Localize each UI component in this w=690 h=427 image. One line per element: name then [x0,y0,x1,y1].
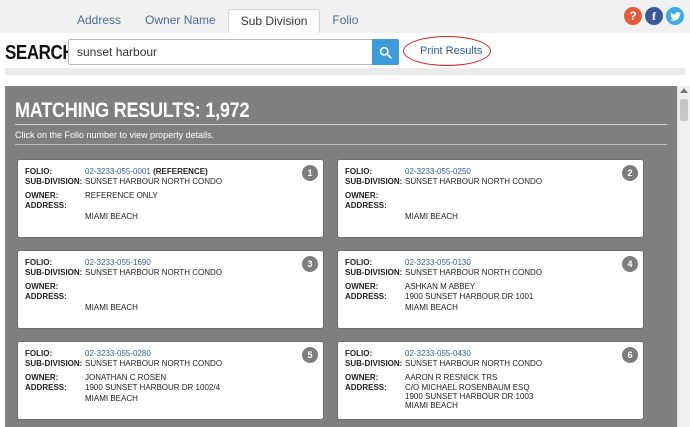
address-line-1: 1900 SUNSET HARBOUR DR 1001 [405,292,534,301]
scroll-up-arrow-icon[interactable] [680,88,688,93]
folio-link[interactable]: 02-3233-055-0250 [405,167,471,176]
subdivision-label: SUB-DIVISION: [345,359,403,368]
address-city: MIAMI BEACH [405,401,458,410]
search-row: SEARCH: Print Results [0,33,690,73]
social-links: ? f [624,7,684,25]
owner-value: REFERENCE ONLY [85,191,158,200]
folio-link[interactable]: 02-3233-055-0001 [85,167,151,176]
subdivision-value: SUNSET HARBOUR NORTH CONDO [85,268,223,277]
search-icon [379,46,392,59]
subdivision-value: SUNSET HARBOUR NORTH CONDO [85,359,223,368]
subdivision-value: SUNSET HARBOUR NORTH CONDO [405,268,543,277]
address-city: MIAMI BEACH [405,212,458,221]
folio-label: FOLIO: [25,167,53,176]
address-label: ADDRESS: [25,201,67,210]
owner-value: AARON R RESNICK TRS [405,373,498,382]
results-panel: MATCHING RESULTS: 1,972 Click on the Fol… [5,86,677,427]
address-label: ADDRESS: [345,383,387,392]
tab-sub-division[interactable]: Sub Division [227,9,321,33]
result-number-badge: 3 [302,256,318,272]
search-input[interactable] [68,39,372,65]
subdivision-label: SUB-DIVISION: [25,359,83,368]
address-line-2: 1900 SUNSET HARBOUR DR 1003 [405,392,534,401]
owner-label: OWNER: [25,191,59,200]
result-number-badge: 4 [622,256,638,272]
subdivision-label: SUB-DIVISION: [25,177,83,186]
owner-label: OWNER: [345,282,379,291]
subdivision-value: SUNSET HARBOUR NORTH CONDO [405,359,543,368]
address-city: MIAMI BEACH [85,303,138,312]
results-title: MATCHING RESULTS: 1,972 [15,99,250,122]
results-scrollbar[interactable] [677,86,690,427]
tab-owner-name[interactable]: Owner Name [133,9,228,33]
subdivision-value: SUNSET HARBOUR NORTH CONDO [85,177,223,186]
subdivision-label: SUB-DIVISION: [345,177,403,186]
folio-label: FOLIO: [345,167,373,176]
owner-value: ASHKAN M ABBEY [405,282,476,291]
address-city: MIAMI BEACH [85,212,138,221]
address-label: ADDRESS: [25,383,67,392]
address-city: MIAMI BEACH [85,394,138,403]
owner-label: OWNER: [345,191,379,200]
owner-label: OWNER: [25,282,59,291]
folio-link[interactable]: 02-3233-055-0280 [85,349,151,358]
owner-value: JONATHAN C ROSEN [85,373,167,382]
tab-bar: Address Owner Name Sub Division Folio ? … [0,0,690,34]
results-rule-secondary [15,144,667,145]
address-line-1: 1900 SUNSET HARBOUR DR 1002/4 [85,383,221,392]
result-card: 4 FOLIO: 02-3233-055-0130 SUB-DIVISION: SUNS… [338,251,643,328]
folio-note: (REFERENCE) [150,167,208,176]
facebook-icon[interactable]: f [645,7,663,25]
section-divider [5,68,685,75]
twitter-icon[interactable] [666,7,684,25]
result-card: 5 FOLIO: 02-3233-055-0280 SUB-DIVISION: SUNS… [18,342,323,419]
address-label: ADDRESS: [345,292,387,301]
result-number-badge: 5 [302,347,318,363]
result-number-badge: 1 [302,165,318,181]
folio-label: FOLIO: [25,349,53,358]
result-card: 3 FOLIO: 02-3233-055-1690 SUB-DIVISION: SUNS… [18,251,323,328]
results-hint: Click on the Folio number to view proper… [15,130,215,140]
search-button[interactable] [372,39,399,65]
folio-label: FOLIO: [25,258,53,267]
result-card: 1 FOLIO: 02-3233-055-0001 (REFERENCE) SUB-D… [18,160,323,237]
address-line-1: C/O MICHAEL ROSENBAUM ESQ [405,383,530,392]
tab-folio[interactable]: Folio [320,9,370,33]
subdivision-label: SUB-DIVISION: [25,268,83,277]
result-card: 2 FOLIO: 02-3233-055-0250 SUB-DIVISION: SUNS… [338,160,643,237]
owner-label: OWNER: [345,373,379,382]
results-rule [15,124,667,125]
print-results-link[interactable]: Print Results [420,45,482,57]
result-number-badge: 6 [622,347,638,363]
search-tabs: Address Owner Name Sub Division Folio [65,9,370,33]
address-label: ADDRESS: [25,292,67,301]
scroll-thumb[interactable] [680,99,688,121]
tab-address[interactable]: Address [65,9,133,33]
result-number-badge: 2 [622,165,638,181]
folio-label: FOLIO: [345,258,373,267]
address-city: MIAMI BEACH [405,303,458,312]
folio-link[interactable]: 02-3233-055-1690 [85,258,151,267]
result-card: 6 FOLIO: 02-3233-055-0430 SUB-DIVISION: SUNS… [338,342,643,419]
subdivision-value: SUNSET HARBOUR NORTH CONDO [405,177,543,186]
folio-link[interactable]: 02-3233-055-0430 [405,349,471,358]
folio-link[interactable]: 02-3233-055-0130 [405,258,471,267]
help-icon[interactable]: ? [624,7,642,25]
address-label: ADDRESS: [345,201,387,210]
owner-label: OWNER: [25,373,59,382]
folio-label: FOLIO: [345,349,373,358]
subdivision-label: SUB-DIVISION: [345,268,403,277]
twitter-bird-icon [669,11,681,21]
